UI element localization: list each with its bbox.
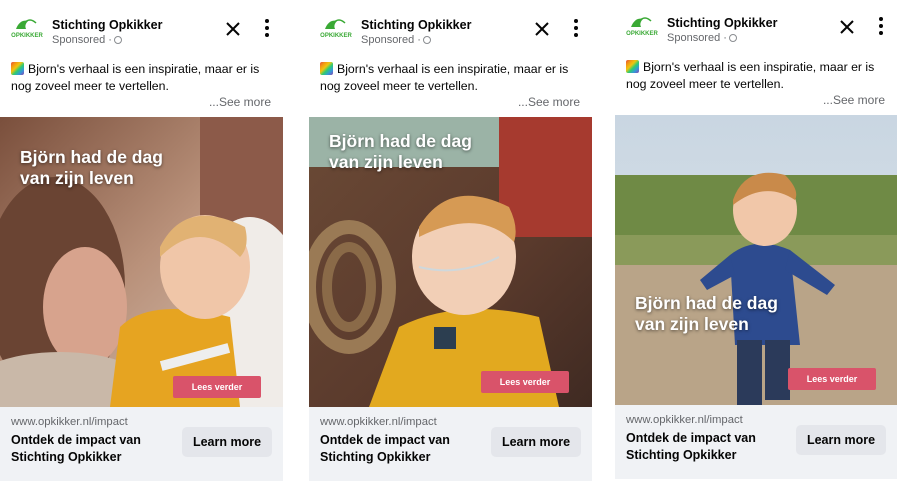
page-name[interactable]: Stichting Opkikker — [52, 18, 162, 32]
ad-url: www.opkikker.nl/impact — [626, 414, 743, 426]
opkikker-logo[interactable]: OPKIKKER — [625, 13, 659, 43]
ad-footer[interactable]: www.opkikker.nl/impact Ontdek de impact … — [615, 405, 897, 479]
ad-footer[interactable]: www.opkikker.nl/impact Ontdek de impact … — [0, 407, 283, 481]
ad-title-line: Ontdek de impact van — [11, 433, 141, 447]
see-more-link[interactable]: ...See more — [823, 93, 885, 107]
ad-url: www.opkikker.nl/impact — [11, 416, 128, 428]
ad-body-copy: Bjorn's verhaal is een inspiratie, maar … — [320, 62, 569, 93]
close-icon[interactable] — [837, 17, 857, 37]
ad-image[interactable]: Björn had de dag van zijn leven Lees ver… — [615, 115, 897, 405]
image-cta-button[interactable]: Lees verder — [788, 368, 876, 390]
ad-body-text: Bjorn's verhaal is een inspiratie, maar … — [320, 61, 582, 95]
ad-body-copy: Bjorn's verhaal is een inspiratie, maar … — [11, 62, 260, 93]
svg-text:OPKIKKER: OPKIKKER — [320, 33, 352, 39]
close-icon[interactable] — [223, 19, 243, 39]
see-more-link[interactable]: ...See more — [209, 95, 271, 109]
ad-header: OPKIKKER Stichting Opkikker Sponsored · — [615, 6, 897, 50]
close-icon[interactable] — [532, 19, 552, 39]
ad-footer[interactable]: www.opkikker.nl/impact Ontdek de impact … — [309, 407, 592, 481]
ad-body-text: Bjorn's verhaal is een inspiratie, maar … — [11, 61, 273, 95]
image-cta-button[interactable]: Lees verder — [481, 371, 569, 393]
ad-title: Ontdek de impact van Stichting Opkikker — [626, 430, 786, 464]
ad-card: OPKIKKER Stichting Opkikker Sponsored · … — [0, 8, 283, 481]
sponsored-label: Sponsored · — [361, 34, 431, 46]
image-headline: Björn had de dag van zijn leven — [329, 131, 472, 173]
ad-url: www.opkikker.nl/impact — [320, 416, 437, 428]
ad-header: OPKIKKER Stichting Opkikker Sponsored · — [0, 8, 283, 52]
learn-more-button[interactable]: Learn more — [182, 427, 272, 457]
ad-title-line: Stichting Opkikker — [11, 450, 122, 464]
svg-text:OPKIKKER: OPKIKKER — [11, 33, 43, 39]
headline-line: Björn had de dag — [635, 293, 778, 313]
sponsored-label: Sponsored · — [52, 34, 122, 46]
rainbow-emoji — [320, 62, 333, 75]
rainbow-emoji — [11, 62, 24, 75]
headline-line: Björn had de dag — [329, 131, 472, 151]
ad-card: OPKIKKER Stichting Opkikker Sponsored · … — [615, 6, 897, 479]
page-name[interactable]: Stichting Opkikker — [667, 16, 777, 30]
headline-line: van zijn leven — [329, 152, 443, 172]
ad-body-text: Bjorn's verhaal is een inspiratie, maar … — [626, 59, 888, 93]
ad-card: OPKIKKER Stichting Opkikker Sponsored · … — [309, 8, 592, 481]
ad-title-line: Ontdek de impact van — [320, 433, 450, 447]
globe-icon — [113, 36, 122, 44]
globe-icon — [422, 36, 431, 44]
ad-title-line: Stichting Opkikker — [320, 450, 431, 464]
opkikker-logo[interactable]: OPKIKKER — [10, 15, 44, 45]
ad-title-line: Stichting Opkikker — [626, 448, 737, 462]
ad-header: OPKIKKER Stichting Opkikker Sponsored · — [309, 8, 592, 52]
sponsored-text: Sponsored · — [667, 32, 727, 44]
svg-text:OPKIKKER: OPKIKKER — [626, 31, 658, 37]
ad-title: Ontdek de impact van Stichting Opkikker — [11, 432, 171, 466]
ad-image[interactable]: Björn had de dag van zijn leven Lees ver… — [0, 117, 283, 407]
learn-more-button[interactable]: Learn more — [796, 425, 886, 455]
see-more-link[interactable]: ...See more — [518, 95, 580, 109]
sponsored-label: Sponsored · — [667, 32, 737, 44]
ad-body-copy: Bjorn's verhaal is een inspiratie, maar … — [626, 60, 875, 91]
more-options-icon[interactable] — [263, 19, 271, 41]
headline-line: van zijn leven — [635, 314, 749, 334]
learn-more-button[interactable]: Learn more — [491, 427, 581, 457]
sponsored-text: Sponsored · — [52, 34, 112, 46]
opkikker-logo[interactable]: OPKIKKER — [319, 15, 353, 45]
ad-title-line: Ontdek de impact van — [626, 431, 756, 445]
headline-line: Björn had de dag — [20, 147, 163, 167]
image-headline: Björn had de dag van zijn leven — [20, 147, 163, 189]
ad-photo — [615, 115, 897, 405]
ad-title: Ontdek de impact van Stichting Opkikker — [320, 432, 480, 466]
ad-image[interactable]: Björn had de dag van zijn leven Lees ver… — [309, 117, 592, 407]
rainbow-emoji — [626, 60, 639, 73]
headline-line: van zijn leven — [20, 168, 134, 188]
sponsored-text: Sponsored · — [361, 34, 421, 46]
more-options-icon[interactable] — [877, 17, 885, 39]
globe-icon — [728, 34, 737, 42]
image-cta-button[interactable]: Lees verder — [173, 376, 261, 398]
image-headline: Björn had de dag van zijn leven — [635, 293, 778, 335]
page-name[interactable]: Stichting Opkikker — [361, 18, 471, 32]
more-options-icon[interactable] — [572, 19, 580, 41]
